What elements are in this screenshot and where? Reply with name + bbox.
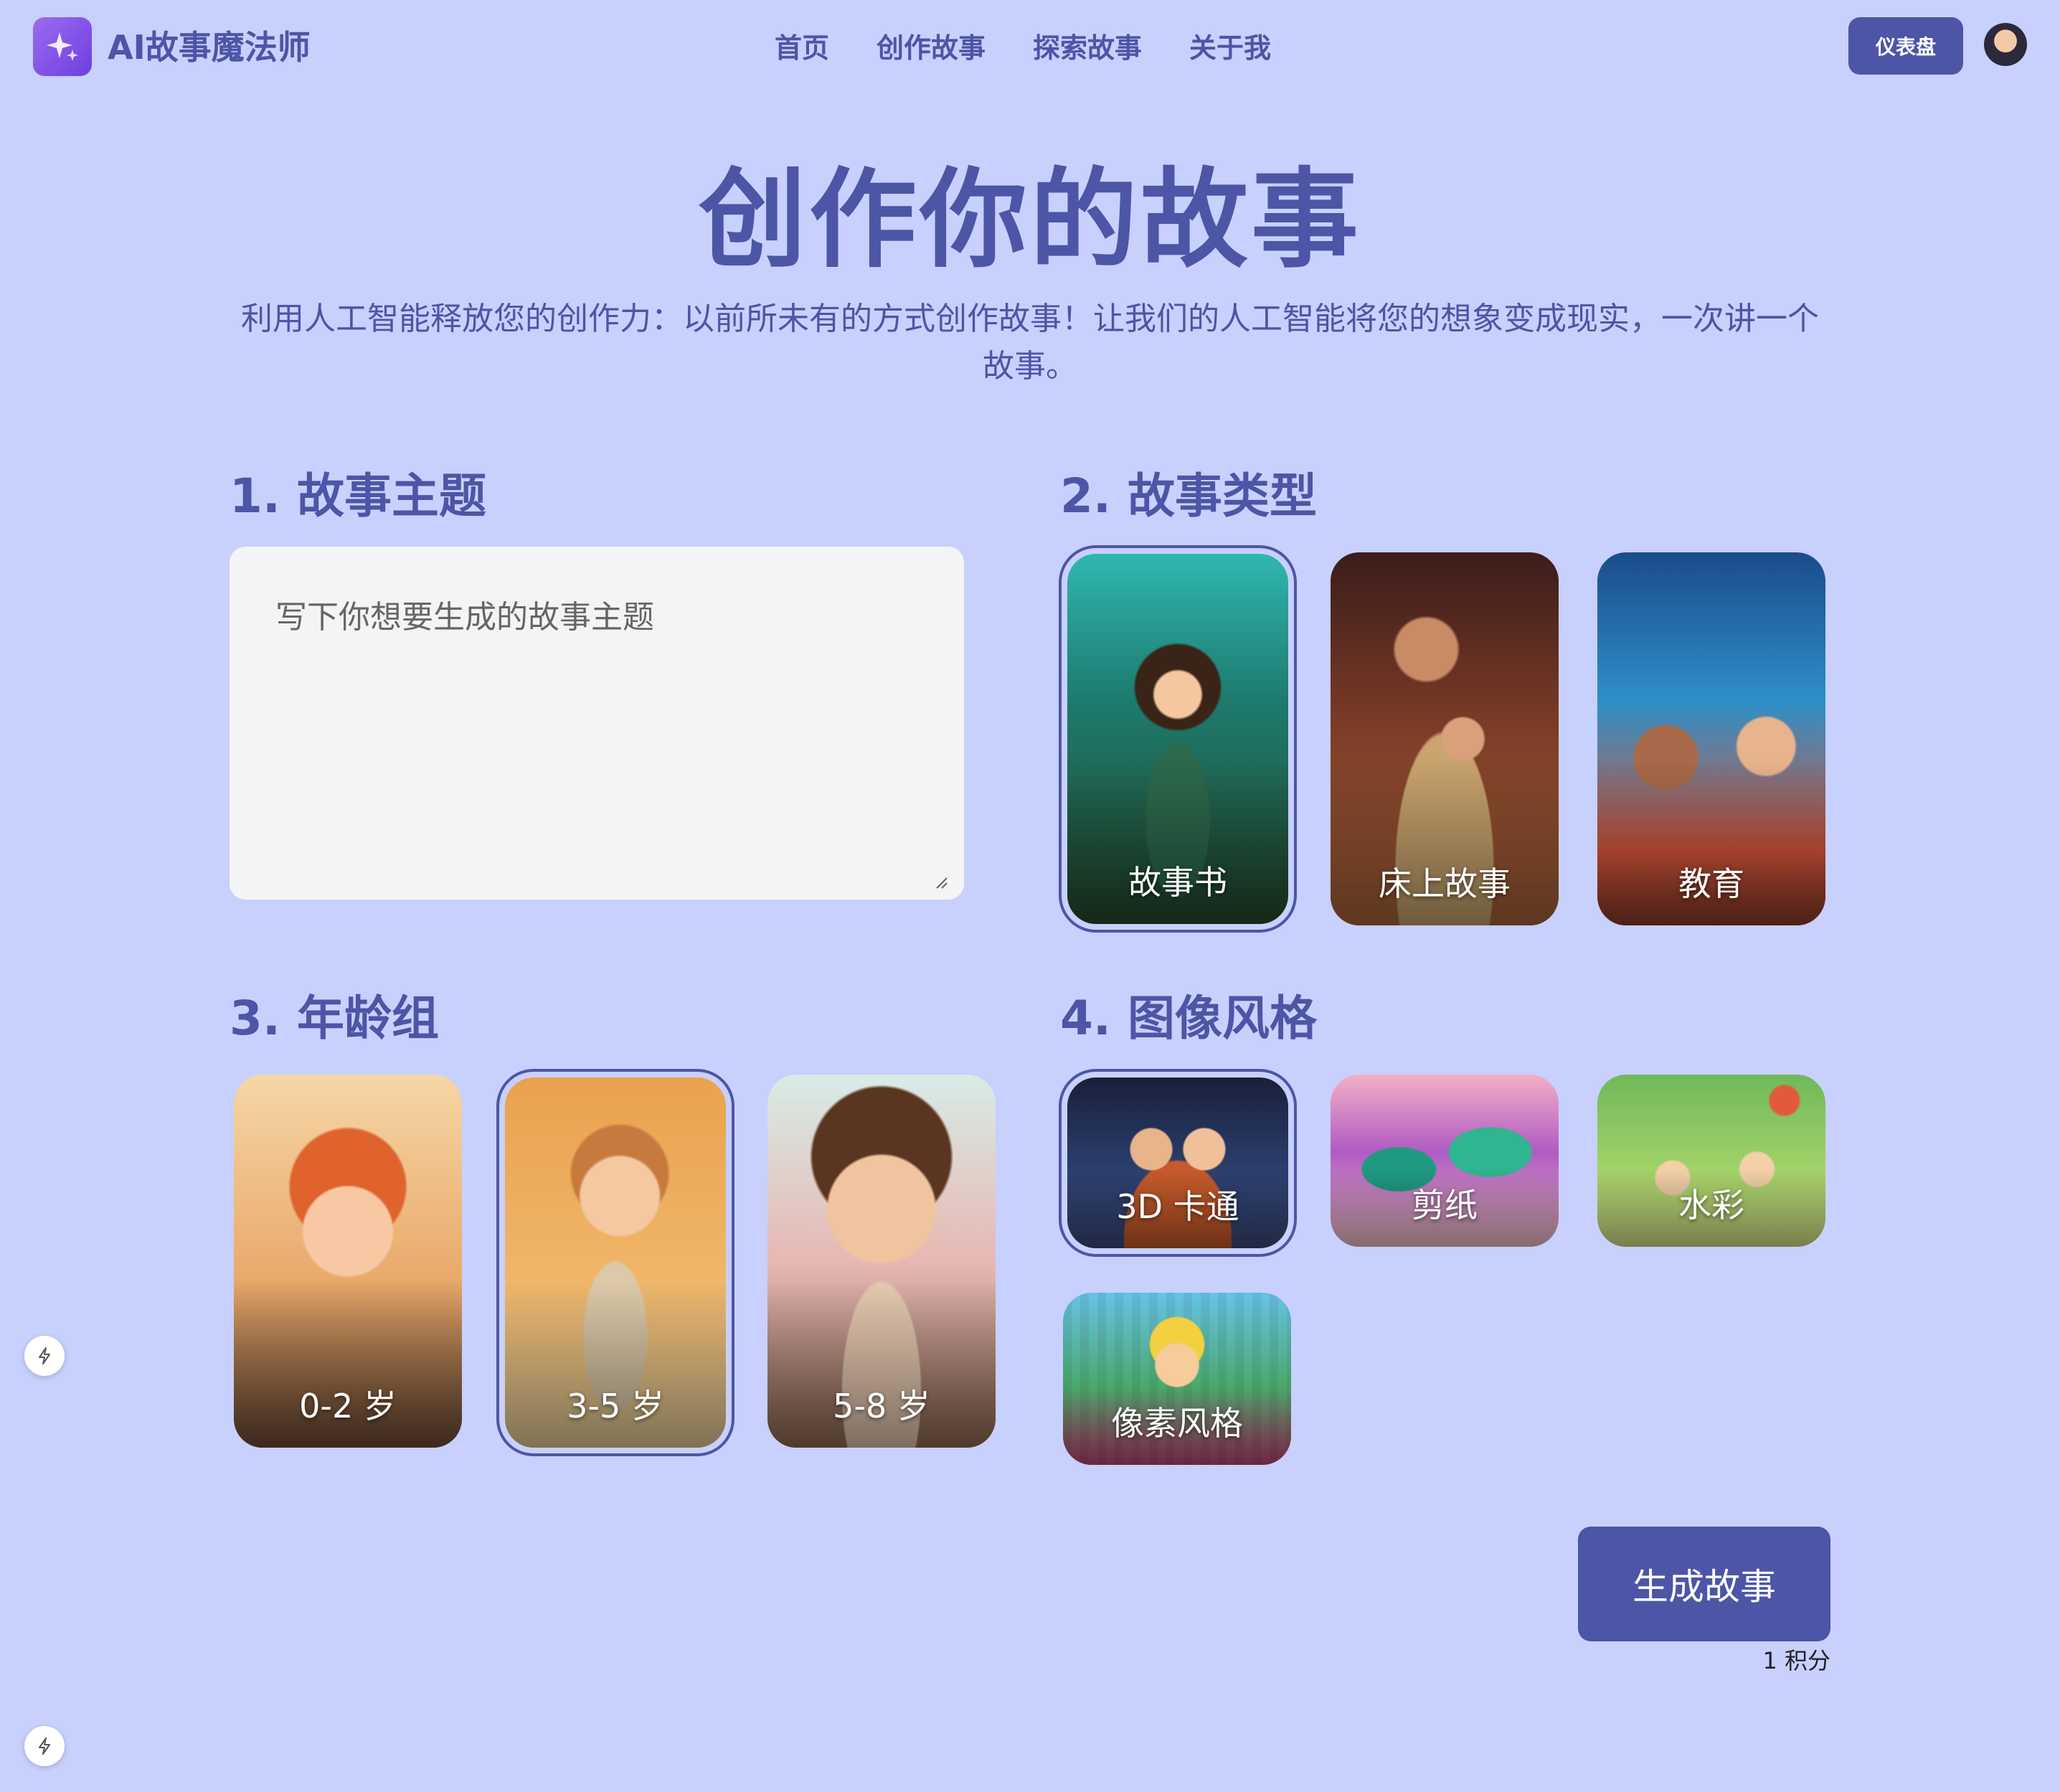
story-type-card-education[interactable]: 教育 <box>1597 552 1825 925</box>
logo-icon[interactable] <box>33 17 92 76</box>
nav-explore-stories[interactable]: 探索故事 <box>1033 26 1142 65</box>
sparkle-icon <box>47 32 78 61</box>
style-card-3d-cartoon[interactable]: 3D 卡通 <box>1059 1069 1297 1257</box>
story-type-card-storybook[interactable]: 故事书 <box>1059 545 1297 933</box>
section-image-style-title: 4. 图像风格 <box>1060 991 1317 1046</box>
resize-handle-icon[interactable] <box>935 877 948 890</box>
age-card-0-2[interactable]: 0-2 岁 <box>234 1075 462 1448</box>
story-type-label: 教育 <box>1678 864 1744 903</box>
style-label: 剪纸 <box>1412 1186 1478 1225</box>
section-topic-title: 1. 故事主题 <box>230 468 486 524</box>
style-label: 像素风格 <box>1111 1404 1243 1443</box>
page-title: 创作你的故事 <box>698 158 1361 283</box>
section-story-type-title: 2. 故事类型 <box>1060 468 1317 524</box>
lightning-icon[interactable] <box>24 1336 65 1376</box>
generate-story-button[interactable]: 生成故事 <box>1578 1527 1830 1641</box>
dashboard-button[interactable]: 仪表盘 <box>1848 17 1963 75</box>
style-card-papercut[interactable]: 剪纸 <box>1331 1075 1559 1247</box>
age-label: 5-8 岁 <box>833 1387 930 1425</box>
nav-create-story[interactable]: 创作故事 <box>877 26 986 65</box>
age-card-5-8[interactable]: 5-8 岁 <box>767 1075 996 1448</box>
avatar[interactable] <box>1984 23 2027 66</box>
style-card-watercolor[interactable]: 水彩 <box>1597 1075 1825 1247</box>
page-subtitle: 利用人工智能释放您的创作力：以前所未有的方式创作故事！让我们的人工智能将您的想象… <box>241 301 1819 385</box>
story-type-label: 故事书 <box>1128 863 1227 902</box>
age-label: 0-2 岁 <box>299 1387 397 1425</box>
nav-home[interactable]: 首页 <box>775 26 829 65</box>
style-label: 3D 卡通 <box>1116 1187 1239 1226</box>
story-type-label: 床上故事 <box>1379 864 1511 903</box>
style-label: 水彩 <box>1678 1186 1744 1225</box>
brand-name[interactable]: AI故事魔法师 <box>108 22 311 69</box>
section-age-group-title: 3. 年龄组 <box>230 991 439 1046</box>
age-label: 3-5 岁 <box>567 1387 664 1425</box>
credit-cost: 1 积分 <box>1762 1647 1830 1674</box>
nav-about[interactable]: 关于我 <box>1189 26 1271 65</box>
age-card-3-5[interactable]: 3-5 岁 <box>496 1069 734 1456</box>
story-topic-input[interactable] <box>230 547 964 900</box>
lightning-icon[interactable] <box>24 1726 65 1766</box>
story-type-card-bedtime[interactable]: 床上故事 <box>1331 552 1559 925</box>
style-card-pixel[interactable]: 像素风格 <box>1063 1293 1291 1465</box>
main-nav: 首页 创作故事 探索故事 关于我 <box>775 22 1271 69</box>
